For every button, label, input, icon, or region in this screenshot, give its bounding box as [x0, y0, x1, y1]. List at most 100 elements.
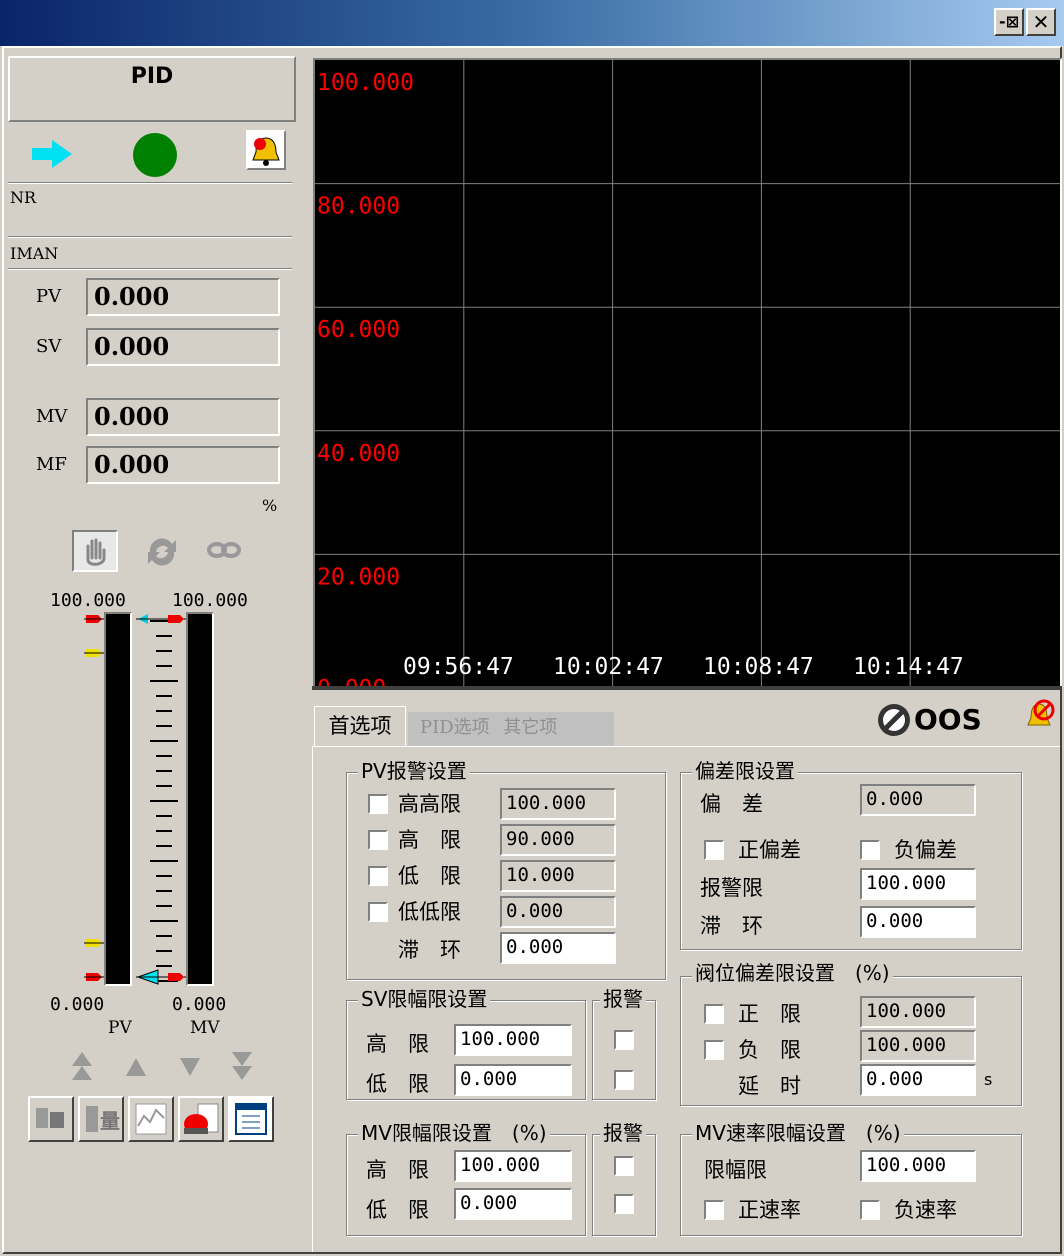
pos-rate-label: 正速率 — [738, 1198, 801, 1222]
neg-dev-checkbox[interactable] — [860, 840, 880, 860]
pv-bar-max: 100.000 — [50, 590, 126, 611]
mv-high-value[interactable]: 100.000 — [454, 1150, 572, 1182]
pv-bar-min: 0.000 — [50, 994, 105, 1015]
hand-icon — [86, 538, 106, 566]
ll-checkbox[interactable] — [368, 902, 388, 922]
pv-hh-marker-icon — [84, 615, 104, 623]
fast-up-icon[interactable] — [70, 1050, 94, 1084]
trend-chart[interactable]: 100.000 80.000 60.000 40.000 20.000 0.000 09:5… — [313, 58, 1062, 702]
neg-rate-checkbox[interactable] — [860, 1200, 880, 1220]
alarm-bell-button[interactable] — [246, 130, 286, 170]
auto-mode-button[interactable] — [140, 530, 184, 572]
y-tick-label: 80.000 — [317, 194, 400, 220]
siren-icon — [184, 1103, 219, 1134]
mv-low-value[interactable]: 0.000 — [454, 1188, 572, 1220]
h-checkbox[interactable] — [368, 830, 388, 850]
valve-pos-checkbox[interactable] — [704, 1004, 724, 1024]
pv-deadband-value[interactable]: 0.000 — [500, 932, 616, 964]
l-value[interactable]: 10.000 — [500, 860, 616, 892]
mv-bar — [186, 612, 214, 986]
mv-value[interactable]: 0.000 — [86, 398, 280, 436]
sv-high-limit-marker-icon — [136, 614, 186, 624]
oos-label: OOS — [914, 703, 982, 736]
pv-label: PV — [36, 286, 62, 307]
trend-button[interactable] — [128, 1096, 174, 1142]
hh-value[interactable]: 100.000 — [500, 788, 616, 820]
scale-tick — [156, 710, 172, 712]
mv-rate-limit-value[interactable]: 100.000 — [860, 1150, 976, 1182]
valve-neg-value[interactable]: 100.000 — [860, 1030, 976, 1062]
alarm-button[interactable] — [178, 1096, 224, 1142]
arrow-right-icon — [30, 138, 74, 170]
valve-deviation-title: 阀位偏差限设置 (%) — [692, 962, 893, 984]
pos-rate-checkbox[interactable] — [704, 1200, 724, 1220]
pv-l-marker-icon — [84, 939, 104, 947]
mv-low-alarm-checkbox[interactable] — [614, 1194, 634, 1214]
sv-low-alarm-checkbox[interactable] — [614, 1070, 634, 1090]
sv-high-value[interactable]: 100.000 — [454, 1024, 572, 1056]
scale-tick — [156, 965, 172, 967]
scale-tick — [156, 950, 172, 952]
pv-ll-marker-icon — [84, 973, 104, 981]
percent-unit: % — [262, 496, 278, 515]
scale-tick — [156, 830, 172, 832]
parameter-button[interactable]: 量 — [78, 1096, 124, 1142]
title-bar[interactable]: -⊠ ✕ — [0, 0, 1064, 46]
scale-tick — [150, 800, 178, 802]
hh-checkbox[interactable] — [368, 794, 388, 814]
mf-value: 0.000 — [86, 446, 280, 484]
mv-rate-title: MV速率限幅设置 (%) — [692, 1122, 904, 1144]
deviation-title: 偏差限设置 — [692, 760, 798, 782]
l-checkbox[interactable] — [368, 866, 388, 886]
neg-rate-label: 负速率 — [894, 1198, 957, 1222]
tab-strip-inactive: PID选项 其它项 — [408, 712, 614, 746]
h-value[interactable]: 90.000 — [500, 824, 616, 856]
valve-neg-checkbox[interactable] — [704, 1040, 724, 1060]
sv-alarm-title: 报警 — [600, 988, 646, 1010]
cascade-mode-button[interactable] — [204, 534, 244, 566]
manual-mode-button[interactable] — [72, 530, 118, 572]
link-icon — [207, 542, 241, 558]
scale-tick — [156, 725, 172, 727]
pin-button[interactable]: -⊠ — [994, 8, 1024, 36]
ll-label: 低低限 — [398, 900, 461, 924]
dev-deadband-value[interactable]: 0.000 — [860, 906, 976, 938]
mode-label-1: NR — [10, 188, 37, 207]
up-icon[interactable] — [124, 1056, 148, 1078]
sv-limit-title: SV限幅限设置 — [358, 988, 491, 1010]
sv-label: SV — [36, 336, 62, 357]
oos-disabled-icon[interactable] — [876, 702, 912, 738]
valve-delay-value[interactable]: 0.000 — [860, 1064, 976, 1096]
fast-down-icon[interactable] — [230, 1050, 254, 1084]
valve-pos-value[interactable]: 100.000 — [860, 996, 976, 1028]
y-tick-label: 60.000 — [317, 317, 400, 343]
tab-pid-options[interactable]: PID选项 — [420, 717, 490, 738]
mv-low-label: 低 限 — [366, 1198, 429, 1222]
down-icon[interactable] — [178, 1056, 202, 1078]
scale-tick — [156, 785, 172, 787]
dev-alarm-value[interactable]: 100.000 — [860, 868, 976, 900]
mv-label: MV — [36, 406, 68, 427]
close-button[interactable]: ✕ — [1026, 8, 1056, 36]
mv-bar-max: 100.000 — [172, 590, 248, 611]
alarm-mute-icon[interactable] — [1022, 698, 1056, 736]
divider — [8, 182, 292, 184]
mv-high-alarm-checkbox[interactable] — [614, 1156, 634, 1176]
sv-high-alarm-checkbox[interactable] — [614, 1030, 634, 1050]
report-button[interactable] — [228, 1096, 274, 1142]
tuning-button[interactable] — [28, 1096, 74, 1142]
pos-dev-checkbox[interactable] — [704, 840, 724, 860]
scale-tick — [150, 740, 178, 742]
ll-value[interactable]: 0.000 — [500, 896, 616, 928]
tab-preferences[interactable]: 首选项 — [314, 706, 406, 746]
svg-text:量: 量 — [100, 1109, 120, 1133]
mv-alarm-title: 报警 — [600, 1122, 646, 1144]
tab-other-options[interactable]: 其它项 — [503, 717, 557, 738]
scale-tick — [156, 770, 172, 772]
bar-scale — [148, 620, 180, 982]
valve-delay-label: 延 时 — [738, 1074, 801, 1098]
scale-tick — [156, 815, 172, 817]
sv-value[interactable]: 0.000 — [86, 328, 280, 366]
sv-low-value[interactable]: 0.000 — [454, 1064, 572, 1096]
hh-label: 高高限 — [398, 792, 461, 816]
